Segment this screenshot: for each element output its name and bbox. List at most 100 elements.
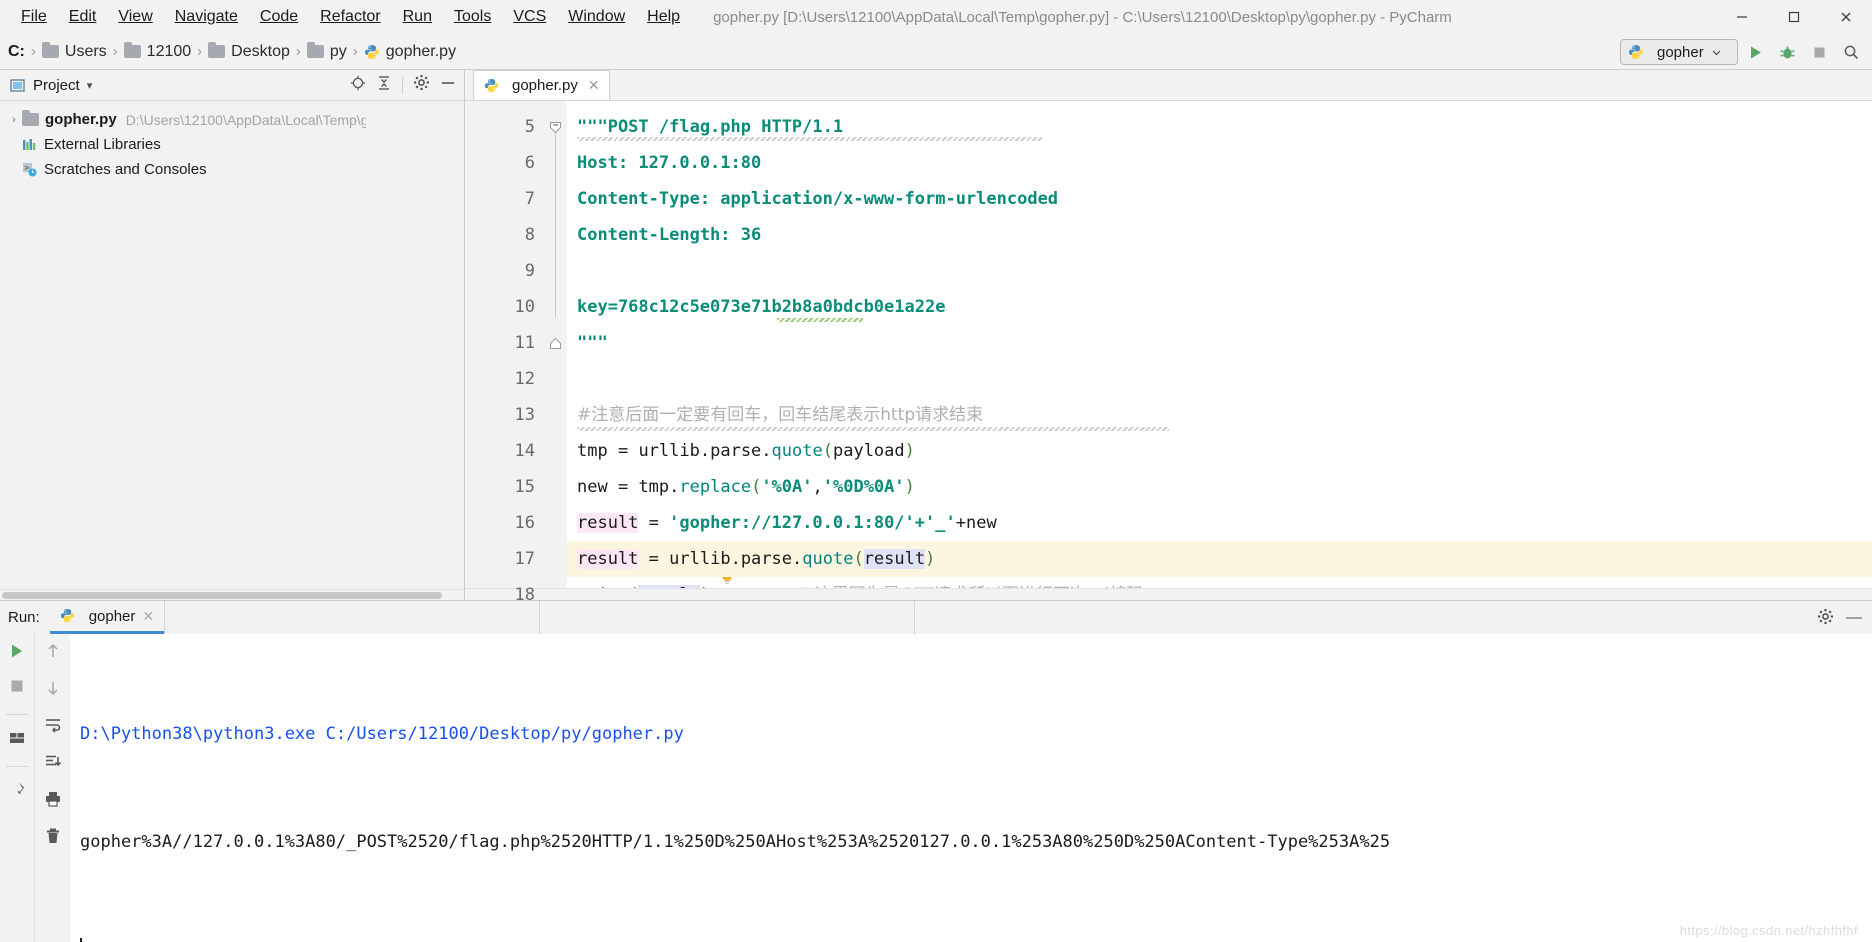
up-arrow-icon[interactable]	[44, 642, 62, 665]
argument-token: payload	[832, 441, 905, 461]
code-folding-gutter[interactable]	[545, 101, 567, 588]
run-configuration-selector[interactable]: gopher	[1620, 39, 1738, 65]
pin-icon[interactable]	[8, 781, 26, 804]
breadcrumb-item-file[interactable]: gopher.py	[386, 43, 456, 61]
code-line-6[interactable]: Host: 127.0.0.1:80	[567, 145, 1872, 181]
dot-token: .	[792, 549, 803, 569]
main-toolbar: gopher	[1620, 34, 1866, 70]
code-line-17[interactable]: result = urllib.parse.quote(result)	[567, 541, 1872, 577]
run-header-segment	[539, 601, 914, 634]
code-line-10[interactable]: key=768c12c5e073e71b2b8a0bdcb0e1a22e	[567, 289, 1872, 325]
editor-hscrollbar[interactable]	[465, 588, 1872, 600]
code-line-9[interactable]	[567, 253, 1872, 289]
menu-file[interactable]: File	[10, 4, 58, 30]
debug-button[interactable]	[1772, 37, 1802, 67]
function-token: quote	[802, 549, 854, 569]
breadcrumb-item-users[interactable]: Users	[65, 43, 107, 61]
menu-edit[interactable]: Edit	[58, 4, 108, 30]
code-editor[interactable]: 5 6 7 8 9 10 11 12 13 14 15 16 17 18 """…	[465, 101, 1872, 605]
menu-window[interactable]: Window	[557, 4, 636, 30]
menu-navigate[interactable]: Navigate	[164, 4, 249, 30]
hide-icon[interactable]	[440, 75, 456, 96]
main-content: Project ▾ › gopher.py D:\Users\12100\App…	[0, 70, 1872, 605]
fold-region-line	[555, 127, 556, 317]
chevron-right-icon[interactable]: ›	[6, 114, 22, 126]
soft-wrap-icon[interactable]	[44, 716, 62, 739]
scrollbar-thumb[interactable]	[2, 592, 442, 599]
line-number: 11	[514, 333, 535, 353]
run-side-toolbar-right	[34, 634, 70, 942]
folder-icon	[306, 42, 324, 58]
breadcrumb-item-py[interactable]: py	[330, 43, 347, 61]
code-line-5[interactable]: """POST /flag.php HTTP/1.1	[567, 109, 1872, 145]
breadcrumb-item-desktop[interactable]: Desktop	[231, 43, 290, 61]
paren-token: )	[904, 477, 915, 497]
code-line-13[interactable]: #注意后面一定要有回车，回车结尾表示http请求结束	[567, 397, 1872, 433]
menu-view[interactable]: View	[107, 4, 163, 30]
menu-code[interactable]: Code	[249, 4, 309, 30]
project-pane-dropdown[interactable]: ▾	[87, 79, 93, 92]
tree-node-scratches[interactable]: > Scratches and Consoles	[0, 157, 464, 182]
tree-node-label: External Libraries	[44, 136, 161, 153]
layout-icon[interactable]	[8, 729, 26, 752]
fold-collapse-icon[interactable]	[549, 121, 562, 134]
editor-tab-gopher[interactable]: gopher.py ✕	[473, 70, 610, 100]
code-line-11[interactable]: """	[567, 325, 1872, 361]
close-button[interactable]	[1820, 0, 1872, 34]
code-line-14[interactable]: tmp = urllib.parse.quote(payload)	[567, 433, 1872, 469]
code-line-7[interactable]: Content-Type: application/x-www-form-url…	[567, 181, 1872, 217]
run-window-header: Run: gopher ✕ —	[0, 601, 1872, 634]
gear-icon[interactable]	[1817, 608, 1834, 630]
run-button[interactable]	[1740, 37, 1770, 67]
docstring-token: Content-Type: application/x-www-form-url…	[577, 189, 1059, 209]
string-token: 'gopher://127.0.0.1:80/'	[669, 513, 915, 533]
print-icon[interactable]	[44, 790, 62, 813]
menu-vcs[interactable]: VCS	[502, 4, 557, 30]
menu-help[interactable]: Help	[636, 4, 691, 30]
menu-tools[interactable]: Tools	[443, 4, 502, 30]
minimize-icon[interactable]: —	[1846, 609, 1862, 627]
rerun-icon[interactable]	[8, 642, 26, 665]
trash-icon[interactable]	[44, 827, 62, 850]
code-line-15[interactable]: new = tmp.replace('%0A','%0D%0A')	[567, 469, 1872, 505]
project-pane-hscrollbar[interactable]	[0, 589, 464, 600]
maximize-button[interactable]	[1768, 0, 1820, 34]
breadcrumb-item-drive[interactable]: C:	[8, 43, 25, 61]
code-line-8[interactable]: Content-Length: 36	[567, 217, 1872, 253]
builtin-function-token: print	[577, 585, 628, 588]
stop-button[interactable]	[1804, 37, 1834, 67]
down-arrow-icon[interactable]	[44, 679, 62, 702]
close-icon[interactable]: ✕	[142, 608, 154, 625]
run-console[interactable]: D:\Python38\python3.exe C:/Users/12100/D…	[70, 634, 1872, 942]
gear-icon[interactable]	[413, 74, 430, 96]
minimize-button[interactable]	[1716, 0, 1768, 34]
menu-refactor[interactable]: Refactor	[309, 4, 391, 30]
tree-node-gopher[interactable]: › gopher.py D:\Users\12100\AppData\Local…	[0, 107, 464, 132]
breadcrumb-item-12100[interactable]: 12100	[147, 43, 192, 61]
stop-icon[interactable]	[8, 677, 26, 700]
search-button[interactable]	[1836, 37, 1866, 67]
scroll-to-end-icon[interactable]	[44, 753, 62, 776]
menu-run[interactable]: Run	[392, 4, 443, 30]
code-line-12[interactable]	[567, 361, 1872, 397]
collapse-all-icon[interactable]	[376, 75, 392, 96]
code-line-16[interactable]: result = 'gopher://127.0.0.1:80/'+'_'+ne…	[567, 505, 1872, 584]
console-caret-line	[80, 932, 1872, 942]
dot-token: .	[730, 549, 741, 569]
tree-node-external-libraries[interactable]: External Libraries	[0, 132, 464, 157]
line-number: 10	[514, 297, 535, 317]
comma-token: ,	[812, 477, 823, 497]
locate-icon[interactable]	[350, 75, 366, 96]
function-token: quote	[771, 441, 823, 461]
run-tab-gopher[interactable]: gopher ✕	[49, 601, 165, 634]
code-line-18[interactable]: print(result) # 这里因为是GET请求所以要进行两次url编码	[567, 577, 1872, 588]
code-content[interactable]: """POST /flag.php HTTP/1.1 Host: 127.0.0…	[567, 101, 1872, 588]
close-icon[interactable]: ✕	[588, 77, 600, 94]
spellcheck-squiggle	[577, 137, 1042, 141]
line-number: 5	[524, 117, 535, 137]
line-number: 15	[514, 477, 535, 497]
divider	[6, 766, 28, 767]
project-pane-title: Project	[33, 76, 80, 94]
run-header-segment	[914, 601, 1872, 634]
fold-end-icon[interactable]	[549, 337, 562, 350]
